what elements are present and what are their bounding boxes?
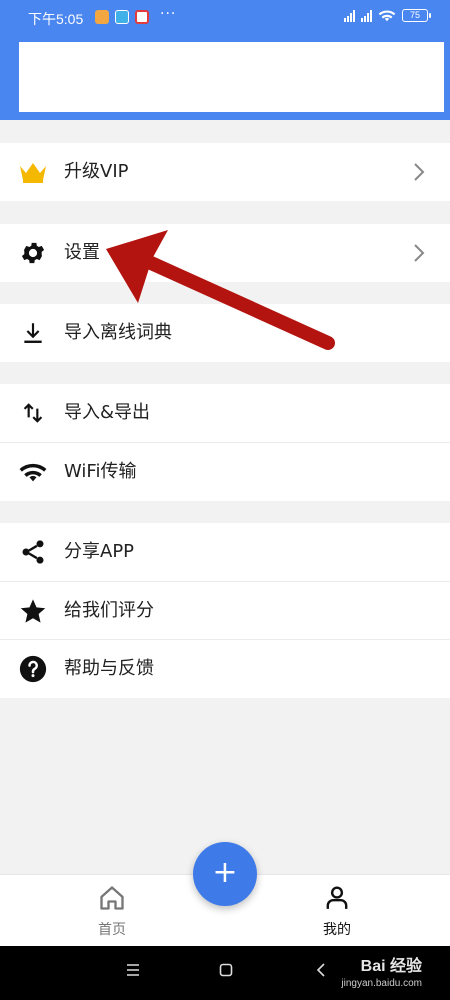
watermark-brand: Bai 经验 [360, 958, 422, 975]
menu-item-rate-us[interactable]: 给我们评分 [0, 582, 450, 640]
menu-item-label: 给我们评分 [64, 600, 154, 621]
menu-item-label: 帮助与反馈 [64, 658, 154, 679]
header [0, 36, 450, 120]
import-export-icon [18, 398, 48, 428]
menu-item-wifi-transfer[interactable]: WiFi传输 [0, 443, 450, 501]
help-icon [18, 654, 48, 684]
nav-mine-label: 我的 [323, 922, 351, 938]
menu-item-import-export[interactable]: 导入&导出 [0, 384, 450, 442]
status-indicators: 75 [344, 9, 431, 22]
wifi-icon [378, 10, 396, 22]
menu-item-label: 导入&导出 [64, 402, 151, 423]
signal-icon [344, 9, 355, 22]
nav-mine[interactable]: 我的 [292, 885, 382, 939]
status-bar: 下午5:05 ··· 75 [0, 0, 450, 36]
person-icon [326, 886, 348, 909]
menu-item-upgrade-vip[interactable]: 升级VIP [0, 143, 450, 201]
crown-icon [18, 157, 48, 187]
home-icon [100, 886, 124, 910]
status-time: 下午5:05 [28, 11, 84, 27]
menu-item-help-feedback[interactable]: 帮助与反馈 [0, 640, 450, 698]
menu-item-label: 升级VIP [64, 161, 129, 182]
add-button[interactable]: + [193, 842, 257, 906]
annotation-arrow [106, 230, 335, 350]
orange-app-icon [95, 10, 109, 24]
menu-icon[interactable] [126, 963, 140, 977]
menu-item-label: 设置 [64, 242, 100, 263]
menu-item-label: 分享APP [64, 541, 135, 562]
red-app-icon [135, 10, 149, 24]
nav-home-label: 首页 [98, 922, 126, 938]
chevron-right-icon [414, 244, 425, 262]
blue-app-icon [115, 10, 129, 24]
home-square-icon[interactable] [219, 963, 233, 977]
watermark-url: jingyan.baidu.com [341, 978, 422, 989]
account-card[interactable] [19, 42, 444, 112]
back-icon[interactable] [316, 963, 326, 977]
battery-icon: 75 [402, 9, 431, 22]
menu-item-share-app[interactable]: 分享APP [0, 523, 450, 581]
share-icon [18, 537, 48, 567]
gear-icon [18, 238, 48, 268]
star-icon [18, 596, 48, 626]
chevron-right-icon [414, 163, 425, 181]
signal-icon [361, 9, 372, 22]
download-icon [18, 318, 48, 348]
status-more: ··· [160, 6, 177, 22]
wifi-icon [18, 457, 48, 487]
nav-home[interactable]: 首页 [67, 885, 157, 939]
menu-item-label: WiFi传输 [64, 461, 137, 482]
